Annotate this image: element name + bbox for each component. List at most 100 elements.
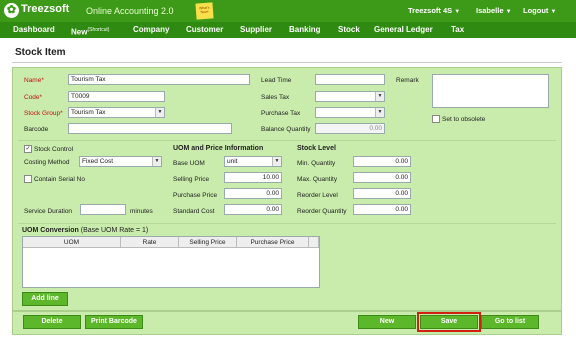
costing-method-label: Costing Method	[24, 159, 70, 166]
column-header-selling-price[interactable]: Selling Price	[179, 237, 237, 248]
chevron-down-icon: ▼	[505, 9, 512, 15]
top-bar: ✿ Treezsoft Online Accounting 2.0 What's…	[0, 0, 576, 22]
sales-tax-select[interactable]: ▼	[315, 91, 385, 102]
chevron-down-icon: ▼	[375, 108, 384, 117]
base-uom-select[interactable]: unit ▼	[224, 156, 282, 167]
logout-label: Logout	[523, 6, 549, 15]
service-duration-unit: minutes	[130, 208, 153, 215]
divider	[18, 140, 556, 141]
code-field[interactable]: T0009	[68, 91, 165, 102]
app-title: Online Accounting 2.0	[86, 6, 174, 16]
stock-group-label: Stock Group*	[24, 110, 63, 117]
user-menu[interactable]: Isabelle ▼	[476, 6, 512, 15]
add-line-button[interactable]: Add line	[22, 292, 68, 306]
main-nav: Dashboard New(Shortcut) Company Customer…	[0, 22, 576, 38]
divider	[18, 223, 556, 224]
standard-cost-field[interactable]: 0.00	[224, 204, 282, 215]
costing-method-select[interactable]: Fixed Cost ▼	[79, 156, 162, 167]
company-menu[interactable]: Treezsoft 4S ▼	[408, 6, 460, 15]
logout-link[interactable]: Logout ▼	[523, 6, 556, 15]
stock-group-value: Tourism Tax	[71, 109, 106, 116]
lead-time-label: Lead Time	[261, 77, 292, 84]
nav-new-label: New	[71, 27, 88, 37]
go-to-list-button[interactable]: Go to list	[481, 315, 539, 329]
min-quantity-field[interactable]: 0.00	[353, 156, 411, 167]
uom-conversion-table: UOM Rate Selling Price Purchase Price	[22, 236, 320, 288]
reorder-quantity-label: Reorder Quantity	[297, 208, 347, 215]
balance-quantity-label: Balance Quantity	[261, 126, 311, 133]
stock-group-select[interactable]: Tourism Tax ▼	[68, 107, 165, 118]
chevron-down-icon: ▼	[152, 157, 161, 166]
remark-textarea[interactable]	[432, 74, 549, 108]
base-uom-label: Base UOM	[173, 160, 205, 167]
remark-label: Remark	[396, 77, 419, 84]
table-header-spacer	[309, 237, 319, 248]
delete-button[interactable]: Delete	[23, 315, 81, 329]
max-quantity-field[interactable]: 0.00	[353, 172, 411, 183]
costing-method-value: Fixed Cost	[82, 158, 114, 165]
whats-new-note[interactable]: What's New!	[195, 2, 214, 20]
service-duration-field[interactable]	[80, 204, 126, 215]
selling-price-field[interactable]: 10.00	[224, 172, 282, 183]
nav-company[interactable]: Company	[133, 22, 169, 38]
treezsoft-logo-icon: ✿	[4, 3, 19, 18]
divider	[12, 62, 562, 63]
code-label: Code*	[24, 94, 43, 101]
nav-banking[interactable]: Banking	[289, 22, 321, 38]
purchase-tax-label: Purchase Tax	[261, 110, 301, 117]
obsolete-checkbox[interactable]	[432, 115, 440, 123]
service-duration-label: Service Duration	[24, 208, 73, 215]
nav-general-ledger[interactable]: General Ledger	[374, 22, 433, 38]
serial-no-checkbox[interactable]	[24, 175, 32, 183]
sales-tax-label: Sales Tax	[261, 94, 290, 101]
chevron-down-icon: ▼	[155, 108, 164, 117]
barcode-label: Barcode	[24, 126, 49, 133]
nav-new[interactable]: New(Shortcut)	[71, 22, 109, 38]
nav-supplier[interactable]: Supplier	[240, 22, 272, 38]
lead-time-field[interactable]	[315, 74, 385, 85]
purchase-price-field[interactable]: 0.00	[224, 188, 282, 199]
uom-conversion-heading: UOM Conversion (Base UOM Rate = 1)	[22, 227, 148, 234]
name-field[interactable]: Tourism Tax	[68, 74, 250, 85]
uom-price-heading: UOM and Price Information	[173, 145, 264, 152]
nav-customer[interactable]: Customer	[186, 22, 223, 38]
user-menu-label: Isabelle	[476, 6, 504, 15]
chevron-down-icon: ▼	[454, 9, 461, 15]
name-label: Name*	[24, 77, 44, 84]
purchase-tax-select[interactable]: ▼	[315, 107, 385, 118]
purchase-price-label: Purchase Price	[173, 192, 218, 199]
save-button[interactable]: Save	[417, 312, 481, 332]
nav-tax[interactable]: Tax	[451, 22, 464, 38]
stock-level-heading: Stock Level	[297, 145, 336, 152]
stock-control-label: Stock Control	[34, 146, 74, 153]
reorder-level-label: Reorder Level	[297, 192, 338, 199]
nav-stock[interactable]: Stock	[338, 22, 360, 38]
obsolete-label: Set to obsolete	[442, 116, 486, 123]
stock-control-checkbox[interactable]: ✓	[24, 145, 32, 153]
standard-cost-label: Standard Cost	[173, 208, 215, 215]
max-quantity-label: Max. Quantity	[297, 176, 338, 183]
min-quantity-label: Min. Quantity	[297, 160, 336, 167]
column-header-purchase-price[interactable]: Purchase Price	[237, 237, 309, 248]
nav-new-shortcut-note: (Shortcut)	[87, 27, 110, 33]
nav-dashboard[interactable]: Dashboard	[13, 22, 55, 38]
reorder-level-field[interactable]: 0.00	[353, 188, 411, 199]
column-header-uom[interactable]: UOM	[23, 237, 121, 248]
chevron-down-icon: ▼	[375, 92, 384, 101]
brand-name: Treezsoft	[21, 3, 70, 15]
uom-conversion-note: (Base UOM Rate = 1)	[80, 227, 149, 234]
barcode-field[interactable]	[68, 123, 232, 134]
company-menu-label: Treezsoft 4S	[408, 6, 453, 15]
new-button[interactable]: New	[358, 315, 416, 329]
page-title: Stock Item	[15, 47, 66, 58]
print-barcode-button[interactable]: Print Barcode	[85, 315, 143, 329]
balance-quantity-field: 0.00	[315, 123, 385, 134]
serial-no-label: Contain Serial No	[34, 176, 85, 183]
chevron-down-icon: ▼	[550, 9, 557, 15]
base-uom-value: unit	[227, 158, 238, 165]
reorder-quantity-field[interactable]: 0.00	[353, 204, 411, 215]
column-header-rate[interactable]: Rate	[121, 237, 179, 248]
selling-price-label: Selling Price	[173, 176, 210, 183]
uom-conversion-title: UOM Conversion	[22, 227, 79, 234]
chevron-down-icon: ▼	[272, 157, 281, 166]
